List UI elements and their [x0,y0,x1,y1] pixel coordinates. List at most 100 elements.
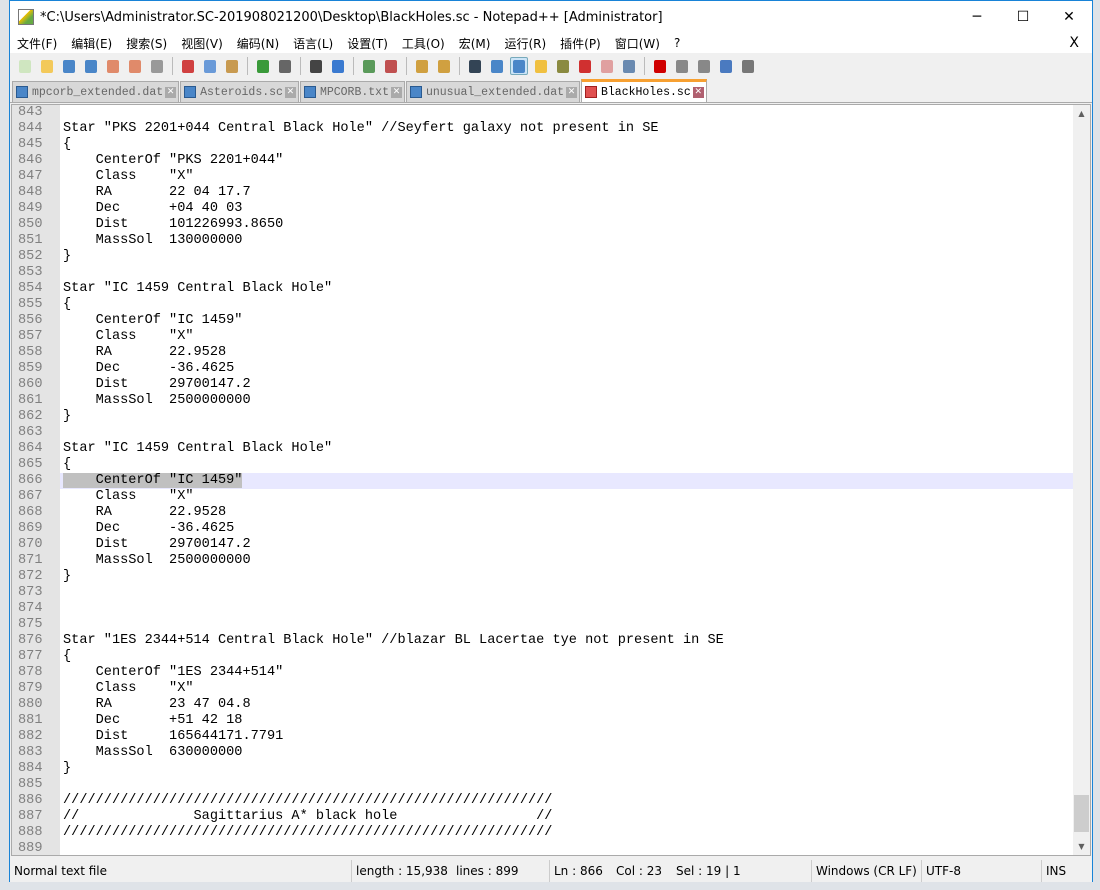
all-chars-icon[interactable] [488,57,506,75]
save-icon[interactable] [60,57,78,75]
tab-blackholes-sc[interactable]: BlackHoles.sc ✕ [581,79,707,102]
line-text[interactable]: Class "X" [60,329,1074,345]
line-text[interactable]: CenterOf "IC 1459" [60,473,1074,489]
play-icon[interactable] [695,57,713,75]
close-button[interactable]: ✕ [1046,1,1092,33]
save-all-icon[interactable] [82,57,100,75]
folder-workspace-icon[interactable] [598,57,616,75]
close-tab-icon[interactable]: ✕ [165,86,177,98]
scroll-up-icon[interactable]: ▲ [1073,105,1090,122]
line-text[interactable] [60,777,1074,793]
line-text[interactable]: Dist 29700147.2 [60,537,1074,553]
doc-map-icon[interactable] [554,57,572,75]
udl-icon[interactable] [532,57,550,75]
menu-item[interactable]: 语言(L) [286,35,340,52]
zoom-in-icon[interactable] [360,57,378,75]
line-text[interactable]: RA 22 04 17.7 [60,185,1074,201]
line-text[interactable]: ////////////////////////////////////////… [60,793,1074,809]
wrap-icon[interactable] [466,57,484,75]
tab-asteroids-sc[interactable]: Asteroids.sc ✕ [180,81,299,102]
save-macro-icon[interactable] [739,57,757,75]
new-icon[interactable] [16,57,34,75]
line-text[interactable] [60,265,1074,281]
line-text[interactable]: Dec +04 40 03 [60,201,1074,217]
line-text[interactable] [60,601,1074,617]
open-icon[interactable] [38,57,56,75]
redo-icon[interactable] [276,57,294,75]
scroll-thumb[interactable] [1074,795,1089,832]
line-text[interactable]: Dec -36.4625 [60,521,1074,537]
line-text[interactable]: RA 22.9528 [60,345,1074,361]
line-text[interactable]: } [60,409,1074,425]
line-text[interactable] [60,585,1074,601]
line-text[interactable]: { [60,297,1074,313]
cut-icon[interactable] [179,57,197,75]
editor[interactable]: 843 844 Star "PKS 2201+044 Central Black H… [11,104,1091,856]
line-text[interactable]: Star "PKS 2201+044 Central Black Hole" /… [60,121,1074,137]
close-tab-icon[interactable]: ✕ [284,86,296,98]
replace-icon[interactable] [329,57,347,75]
line-text[interactable]: } [60,569,1074,585]
line-text[interactable]: CenterOf "IC 1459" [60,313,1074,329]
line-text[interactable]: RA 22.9528 [60,505,1074,521]
zoom-out-icon[interactable] [382,57,400,75]
menu-item[interactable]: 编辑(E) [64,35,119,52]
menu-item[interactable]: 搜索(S) [119,35,174,52]
line-text[interactable]: Star "1ES 2344+514 Central Black Hole" /… [60,633,1074,649]
selected-text[interactable]: CenterOf "IC 1459" [63,473,243,488]
close-tab-icon[interactable]: ✕ [390,86,402,98]
menu-item[interactable]: 设置(T) [340,35,395,52]
close-tab-icon[interactable]: ✕ [692,86,704,98]
line-text[interactable]: { [60,649,1074,665]
line-text[interactable] [60,841,1074,855]
paste-icon[interactable] [223,57,241,75]
menu-item[interactable]: 编码(N) [230,35,286,52]
close-icon[interactable] [104,57,122,75]
sync-h-icon[interactable] [435,57,453,75]
record-icon[interactable] [651,57,669,75]
line-text[interactable]: Dec -36.4625 [60,361,1074,377]
menu-item[interactable]: 视图(V) [174,35,230,52]
print-icon[interactable] [148,57,166,75]
menu-item[interactable]: 工具(O) [395,35,452,52]
undo-icon[interactable] [254,57,272,75]
menu-item[interactable]: ? [667,36,687,50]
sync-v-icon[interactable] [413,57,431,75]
line-text[interactable] [60,105,1074,121]
line-text[interactable]: RA 23 47 04.8 [60,697,1074,713]
line-text[interactable]: Class "X" [60,169,1074,185]
function-list-icon[interactable] [576,57,594,75]
line-text[interactable] [60,617,1074,633]
line-text[interactable]: MassSol 630000000 [60,745,1074,761]
close-tab-icon[interactable]: ✕ [566,86,577,98]
line-text[interactable]: Star "IC 1459 Central Black Hole" [60,281,1074,297]
vertical-scrollbar[interactable]: ▲ ▼ [1073,105,1090,855]
line-text[interactable]: ////////////////////////////////////////… [60,825,1074,841]
line-text[interactable]: MassSol 2500000000 [60,553,1074,569]
line-text[interactable]: Class "X" [60,681,1074,697]
close-document-button[interactable]: X [1062,35,1086,51]
indent-guide-icon[interactable] [510,57,528,75]
line-text[interactable]: Class "X" [60,489,1074,505]
line-text[interactable]: Star "IC 1459 Central Black Hole" [60,441,1074,457]
menu-item[interactable]: 文件(F) [10,35,64,52]
run-multi-icon[interactable] [717,57,735,75]
line-text[interactable]: { [60,137,1074,153]
menu-item[interactable]: 宏(M) [452,35,498,52]
scroll-down-icon[interactable]: ▼ [1073,838,1090,855]
line-text[interactable]: MassSol 130000000 [60,233,1074,249]
tab-unusual-extended-dat[interactable]: unusual_extended.dat ✕ [405,81,580,102]
maximize-button[interactable]: ☐ [1000,1,1046,33]
line-text[interactable]: } [60,761,1074,777]
line-text[interactable]: Dec +51 42 18 [60,713,1074,729]
close-all-icon[interactable] [126,57,144,75]
menu-item[interactable]: 窗口(W) [608,35,667,52]
minimize-button[interactable]: ─ [954,1,1000,33]
line-text[interactable]: Dist 29700147.2 [60,377,1074,393]
line-text[interactable]: Dist 101226993.8650 [60,217,1074,233]
tab-mpcorb-txt[interactable]: MPCORB.txt ✕ [299,81,405,102]
line-text[interactable]: { [60,457,1074,473]
copy-icon[interactable] [201,57,219,75]
line-text[interactable] [60,425,1074,441]
tab-mpcorb-extended-dat[interactable]: mpcorb_extended.dat ✕ [12,81,180,102]
